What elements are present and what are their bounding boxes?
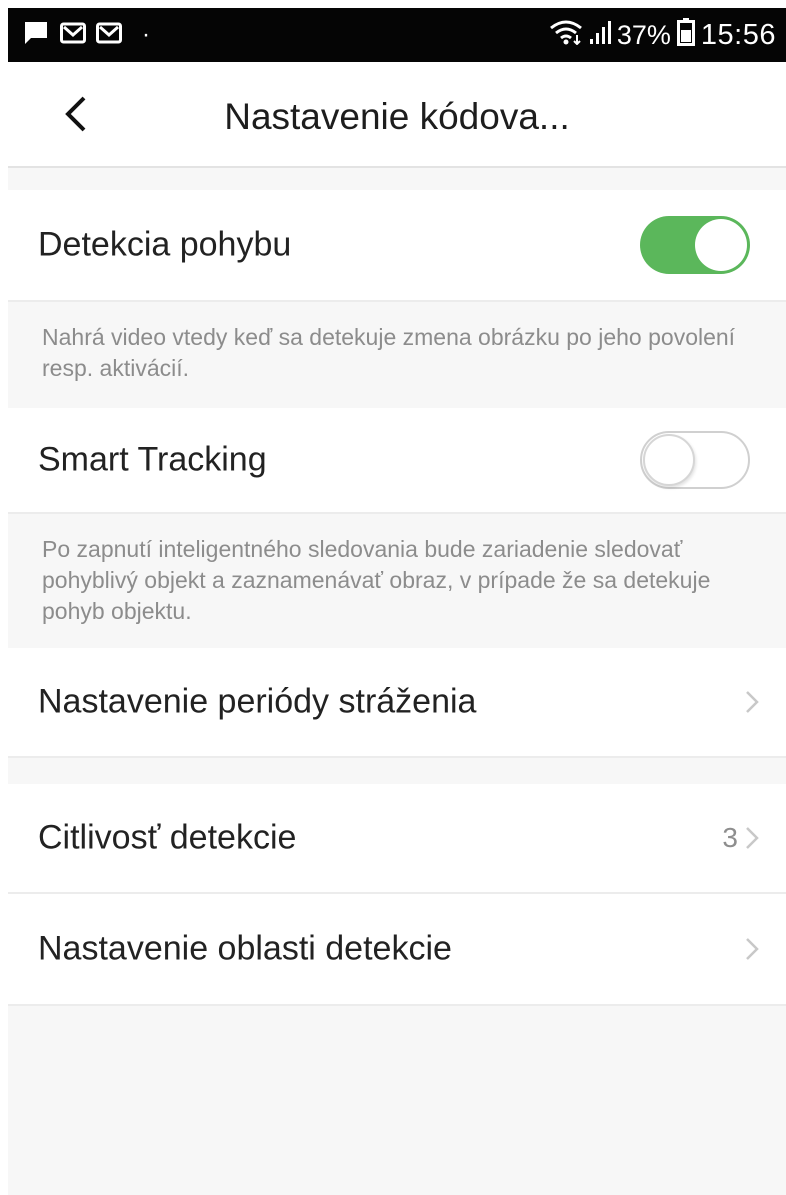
chevron-right-icon <box>746 827 759 849</box>
gmail-icon <box>60 22 86 49</box>
smart-tracking-toggle[interactable] <box>640 431 750 489</box>
toggle-knob <box>695 219 747 271</box>
battery-icon <box>676 17 695 53</box>
chevron-right-icon <box>746 938 759 960</box>
sensitivity-row[interactable]: Citlivosť detekcie 3 <box>8 784 786 894</box>
motion-detection-label: Detekcia pohybu <box>38 225 292 264</box>
more-notifications-dot: · <box>142 21 150 48</box>
section-gap <box>8 758 786 784</box>
smart-tracking-description: Po zapnutí inteligentného sledovania bud… <box>42 536 711 624</box>
message-icon <box>22 20 50 51</box>
detection-area-row[interactable]: Nastavenie oblasti detekcie <box>8 894 786 1006</box>
gmail-icon <box>96 22 122 49</box>
smart-tracking-label: Smart Tracking <box>38 440 267 479</box>
signal-icon <box>589 19 611 52</box>
motion-detection-description: Nahrá video vtedy keď sa detekuje zmena … <box>42 324 736 381</box>
sensitivity-label: Citlivosť detekcie <box>38 818 297 857</box>
chevron-right-icon <box>746 691 759 713</box>
toggle-knob <box>643 434 695 486</box>
battery-percent: 37% <box>616 19 671 50</box>
page-title: Nastavenie kódova... <box>224 96 570 137</box>
smart-tracking-row: Smart Tracking <box>8 408 786 514</box>
notification-icons: · <box>22 20 150 51</box>
clock: 15:56 <box>700 18 776 51</box>
status-bar: · 37% 15:56 <box>8 8 786 62</box>
sensitivity-value: 3 <box>722 822 738 853</box>
wifi-icon <box>549 19 583 52</box>
app-bar: Nastavenie kódova... <box>8 62 786 168</box>
smart-tracking-description-box: Po zapnutí inteligentného sledovania bud… <box>8 514 786 648</box>
guard-period-row[interactable]: Nastavenie periódy stráženia <box>8 648 786 758</box>
motion-detection-description-box: Nahrá video vtedy keď sa detekuje zmena … <box>8 302 786 408</box>
guard-period-label: Nastavenie periódy stráženia <box>38 682 477 721</box>
section-gap <box>8 168 786 190</box>
system-icons: 37% 15:56 <box>549 16 776 54</box>
detection-area-label: Nastavenie oblasti detekcie <box>38 929 452 968</box>
motion-detection-toggle[interactable] <box>640 216 750 274</box>
motion-detection-row: Detekcia pohybu <box>8 190 786 302</box>
empty-area <box>8 1006 786 1195</box>
